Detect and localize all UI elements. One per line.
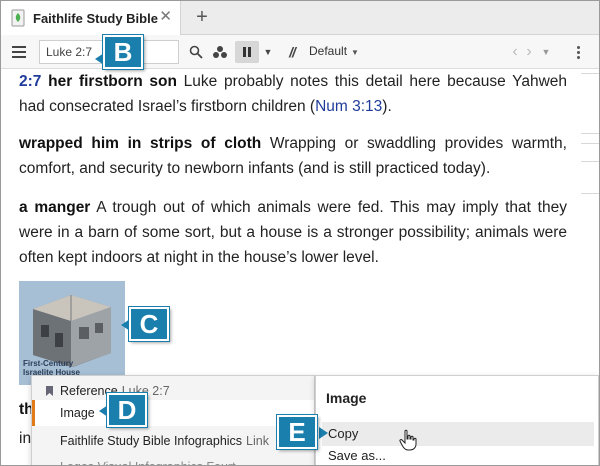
tab-faithlife-study-bible[interactable]: Faithlife Study Bible ✕	[1, 1, 181, 35]
note-text-end: ).	[382, 98, 392, 115]
note-paragraph: 2:7 her firstborn son Luke probably note…	[19, 69, 567, 119]
hand-pointer-icon	[399, 429, 417, 451]
note-text: A trough out of which animals were fed. …	[19, 199, 567, 266]
context-menu-left: Reference Luke 2:7 Image Faithlife Study…	[31, 375, 315, 465]
note-paragraph: a manger A trough out of which animals w…	[19, 195, 567, 270]
back-arrow-icon[interactable]: ‹	[509, 43, 521, 61]
menu-icon[interactable]	[12, 46, 26, 58]
cross-reference-link[interactable]: Num 3:13	[315, 98, 382, 115]
search-icon[interactable]	[187, 43, 205, 61]
visual-filter-icon[interactable]	[211, 43, 229, 61]
menu-item-cut-off[interactable]: Logos Visual Infographics Fourt…	[32, 454, 314, 465]
view-dropdown[interactable]: Default ▼	[309, 44, 359, 58]
infographic-thumbnail[interactable]: First-Century Israelite House	[19, 281, 125, 385]
callout-pointer	[319, 427, 328, 439]
note-text-fragment: in	[19, 430, 32, 447]
menu-item-label: Image	[60, 406, 95, 420]
faithlife-book-icon	[11, 9, 25, 27]
note-term: wrapped him in strips of cloth	[19, 135, 262, 152]
menu-item-label: Faithlife Study Bible Infographics	[60, 434, 243, 448]
verse-reference-link[interactable]: 2:7	[19, 73, 41, 90]
note-paragraph: wrapped him in strips of cloth Wrapping …	[19, 131, 567, 181]
note-term: her firstborn son	[48, 73, 177, 90]
faithlife-window: Faithlife Study Bible ✕ + ▼ // Default▼ …	[0, 0, 600, 466]
menu-item-copy[interactable]: Copy	[322, 422, 594, 446]
panel-layout-icon[interactable]	[235, 41, 259, 63]
history-chevron-icon[interactable]: ▼	[541, 43, 551, 61]
menu-item-save-as[interactable]: Save as...	[328, 448, 386, 463]
view-dropdown-label: Default	[309, 44, 348, 58]
forward-arrow-icon[interactable]: ›	[523, 43, 535, 61]
menu-section-header: Image	[326, 390, 367, 406]
bookmark-icon	[46, 386, 53, 396]
tab-title: Faithlife Study Bible	[33, 10, 158, 26]
resource-toolbar: ▼ // Default▼ ‹ › ▼	[1, 35, 599, 69]
menu-item-image[interactable]: Image	[32, 400, 314, 426]
new-tab-button[interactable]: +	[191, 7, 213, 29]
menu-item-infographics[interactable]: Faithlife Study Bible Infographics Link	[32, 428, 314, 454]
chevron-down-icon[interactable]: ▼	[263, 43, 273, 61]
caption-line: First-Century	[23, 359, 74, 368]
parallel-resources-icon[interactable]: //	[284, 43, 300, 61]
more-icon[interactable]	[573, 43, 583, 61]
context-menu-right: Image Copy Save as...	[315, 375, 599, 465]
callout-badge-c: C	[129, 307, 169, 341]
callout-badge-d: D	[107, 393, 147, 427]
note-term: a manger	[19, 199, 91, 216]
callout-badge-e: E	[277, 415, 317, 449]
menu-item-suffix: Link	[246, 434, 269, 448]
chevron-down-icon: ▼	[351, 48, 359, 57]
tab-bar: Faithlife Study Bible ✕ +	[1, 1, 599, 35]
callout-badge-b: B	[103, 35, 143, 69]
close-tab-icon[interactable]: ✕	[159, 9, 172, 24]
